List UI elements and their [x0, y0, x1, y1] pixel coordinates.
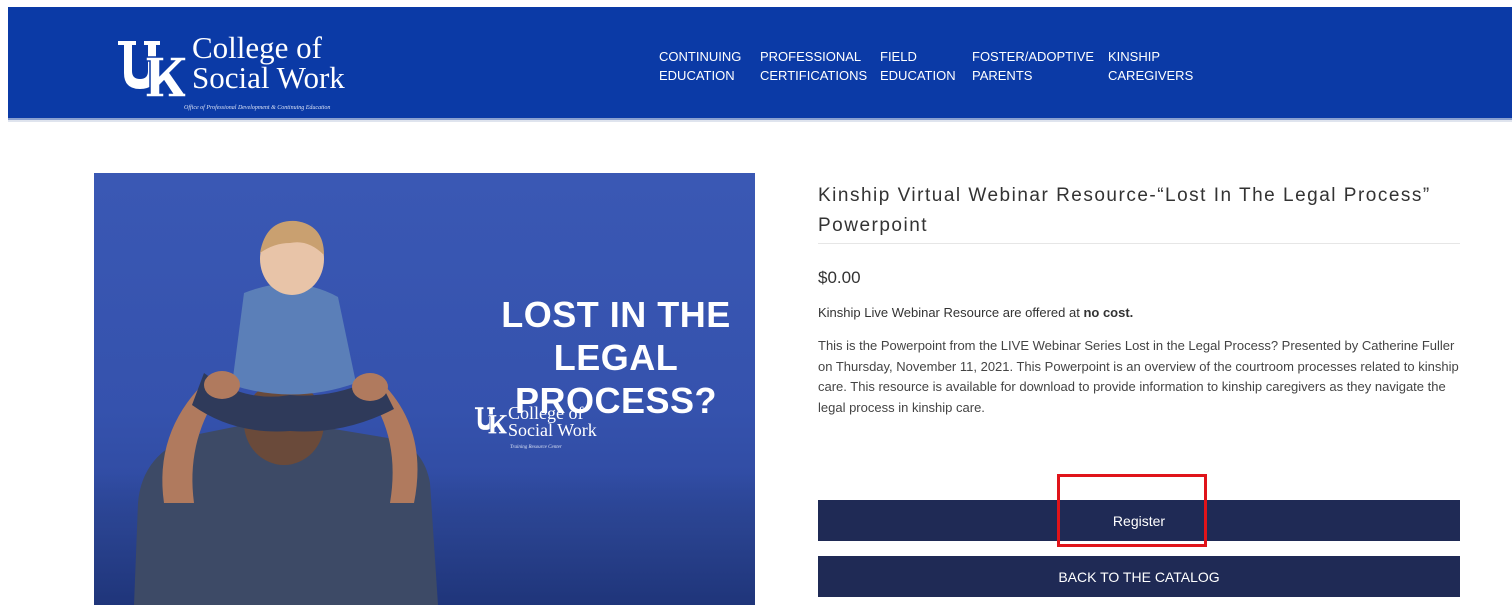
nav-field-education[interactable]: FIELD EDUCATION — [880, 47, 956, 85]
hero-logo-tagline: Training Resource Center — [510, 445, 562, 450]
back-to-catalog-button[interactable]: BACK TO THE CATALOG — [818, 556, 1460, 597]
intro-text: Kinship Live Webinar Resource are offere… — [818, 305, 1084, 320]
nav-foster-adoptive-parents[interactable]: FOSTER/ADOPTIVE PARENTS — [972, 47, 1094, 85]
product-description: This is the Powerpoint from the LIVE Web… — [818, 338, 1459, 415]
register-button[interactable]: Register — [818, 500, 1460, 541]
nav-kinship-caregivers[interactable]: KINSHIP CAREGIVERS — [1108, 47, 1193, 85]
nav-continuing-education[interactable]: CONTINUING EDUCATION — [659, 47, 741, 85]
product-price: $0.00 — [818, 268, 861, 287]
logo-line-2: Social Work — [192, 60, 345, 95]
uk-logo-icon — [118, 41, 187, 98]
hero-college-logo: College of Social Work Training Resource… — [474, 403, 644, 457]
logo-line-1: College of — [192, 30, 322, 65]
header-divider-shadow — [8, 120, 1512, 122]
college-logo[interactable]: College of Social Work Office of Profess… — [116, 30, 386, 125]
title-divider — [818, 243, 1460, 244]
nav-professional-certifications[interactable]: PROFESSIONAL CERTIFICATIONS — [760, 47, 867, 85]
page: College of Social Work Office of Profess… — [0, 0, 1512, 605]
logo-wordmark: College of Social Work — [192, 30, 345, 95]
intro-bold: no cost. — [1083, 305, 1134, 320]
uk-logo-icon — [474, 407, 508, 435]
site-header: College of Social Work Office of Profess… — [8, 7, 1512, 118]
product-image: LOST IN THE LEGAL PROCESS? College of So… — [94, 173, 755, 605]
product-title: Kinship Virtual Webinar Resource-“Lost I… — [818, 185, 1431, 236]
product-intro: Kinship Live Webinar Resource are offere… — [818, 304, 1460, 322]
product-details: Kinship Virtual Webinar Resource-“Lost I… — [818, 181, 1460, 418]
logo-tagline: Office of Professional Development & Con… — [184, 105, 331, 111]
hero-logo-wordmark: College of Social Work — [508, 403, 597, 440]
